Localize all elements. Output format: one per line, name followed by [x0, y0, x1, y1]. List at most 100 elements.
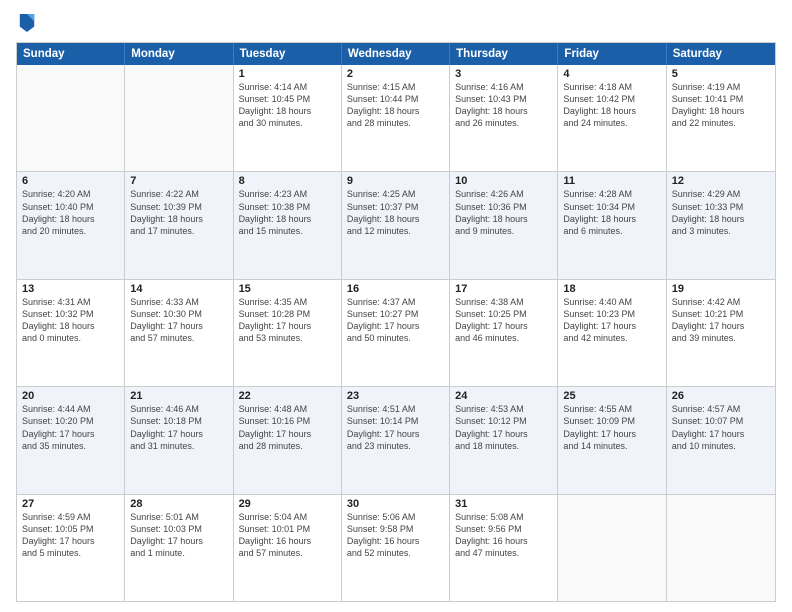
calendar-cell-4-6 [667, 495, 775, 601]
cell-daylight-info: Sunrise: 5:06 AMSunset: 9:58 PMDaylight:… [347, 511, 444, 560]
day-number: 20 [22, 390, 119, 402]
cell-daylight-info: Sunrise: 4:15 AMSunset: 10:44 PMDaylight… [347, 81, 444, 130]
header-day-thursday: Thursday [450, 43, 558, 65]
cell-daylight-info: Sunrise: 5:04 AMSunset: 10:01 PMDaylight… [239, 511, 336, 560]
header-day-wednesday: Wednesday [342, 43, 450, 65]
day-number: 24 [455, 390, 552, 402]
cell-daylight-info: Sunrise: 4:53 AMSunset: 10:12 PMDaylight… [455, 403, 552, 452]
cell-daylight-info: Sunrise: 5:08 AMSunset: 9:56 PMDaylight:… [455, 511, 552, 560]
calendar-cell-0-5: 4Sunrise: 4:18 AMSunset: 10:42 PMDayligh… [558, 65, 666, 171]
calendar-cell-0-0 [17, 65, 125, 171]
calendar-cell-3-1: 21Sunrise: 4:46 AMSunset: 10:18 PMDaylig… [125, 387, 233, 493]
cell-daylight-info: Sunrise: 5:01 AMSunset: 10:03 PMDaylight… [130, 511, 227, 560]
cell-daylight-info: Sunrise: 4:19 AMSunset: 10:41 PMDaylight… [672, 81, 770, 130]
calendar-cell-1-6: 12Sunrise: 4:29 AMSunset: 10:33 PMDaylig… [667, 172, 775, 278]
calendar-row-0: 1Sunrise: 4:14 AMSunset: 10:45 PMDayligh… [17, 65, 775, 172]
cell-daylight-info: Sunrise: 4:29 AMSunset: 10:33 PMDaylight… [672, 188, 770, 237]
calendar-cell-3-3: 23Sunrise: 4:51 AMSunset: 10:14 PMDaylig… [342, 387, 450, 493]
calendar-cell-3-5: 25Sunrise: 4:55 AMSunset: 10:09 PMDaylig… [558, 387, 666, 493]
calendar-cell-2-4: 17Sunrise: 4:38 AMSunset: 10:25 PMDaylig… [450, 280, 558, 386]
calendar-cell-1-4: 10Sunrise: 4:26 AMSunset: 10:36 PMDaylig… [450, 172, 558, 278]
day-number: 28 [130, 498, 227, 510]
cell-daylight-info: Sunrise: 4:14 AMSunset: 10:45 PMDaylight… [239, 81, 336, 130]
cell-daylight-info: Sunrise: 4:51 AMSunset: 10:14 PMDaylight… [347, 403, 444, 452]
cell-daylight-info: Sunrise: 4:42 AMSunset: 10:21 PMDaylight… [672, 296, 770, 345]
day-number: 25 [563, 390, 660, 402]
day-number: 31 [455, 498, 552, 510]
calendar-cell-0-3: 2Sunrise: 4:15 AMSunset: 10:44 PMDayligh… [342, 65, 450, 171]
cell-daylight-info: Sunrise: 4:23 AMSunset: 10:38 PMDaylight… [239, 188, 336, 237]
cell-daylight-info: Sunrise: 4:22 AMSunset: 10:39 PMDaylight… [130, 188, 227, 237]
cell-daylight-info: Sunrise: 4:20 AMSunset: 10:40 PMDaylight… [22, 188, 119, 237]
day-number: 15 [239, 283, 336, 295]
calendar-cell-2-0: 13Sunrise: 4:31 AMSunset: 10:32 PMDaylig… [17, 280, 125, 386]
calendar-cell-2-3: 16Sunrise: 4:37 AMSunset: 10:27 PMDaylig… [342, 280, 450, 386]
cell-daylight-info: Sunrise: 4:25 AMSunset: 10:37 PMDaylight… [347, 188, 444, 237]
day-number: 9 [347, 175, 444, 187]
calendar-header: SundayMondayTuesdayWednesdayThursdayFrid… [17, 43, 775, 65]
day-number: 17 [455, 283, 552, 295]
day-number: 30 [347, 498, 444, 510]
day-number: 19 [672, 283, 770, 295]
day-number: 16 [347, 283, 444, 295]
calendar-cell-4-0: 27Sunrise: 4:59 AMSunset: 10:05 PMDaylig… [17, 495, 125, 601]
cell-daylight-info: Sunrise: 4:38 AMSunset: 10:25 PMDaylight… [455, 296, 552, 345]
calendar-row-1: 6Sunrise: 4:20 AMSunset: 10:40 PMDayligh… [17, 172, 775, 279]
header-day-monday: Monday [125, 43, 233, 65]
day-number: 11 [563, 175, 660, 187]
logo-icon [18, 12, 36, 34]
day-number: 2 [347, 68, 444, 80]
calendar-cell-2-2: 15Sunrise: 4:35 AMSunset: 10:28 PMDaylig… [234, 280, 342, 386]
calendar: SundayMondayTuesdayWednesdayThursdayFrid… [16, 42, 776, 602]
calendar-body: 1Sunrise: 4:14 AMSunset: 10:45 PMDayligh… [17, 65, 775, 601]
calendar-cell-4-3: 30Sunrise: 5:06 AMSunset: 9:58 PMDayligh… [342, 495, 450, 601]
day-number: 14 [130, 283, 227, 295]
cell-daylight-info: Sunrise: 4:16 AMSunset: 10:43 PMDaylight… [455, 81, 552, 130]
calendar-cell-3-2: 22Sunrise: 4:48 AMSunset: 10:16 PMDaylig… [234, 387, 342, 493]
calendar-cell-0-1 [125, 65, 233, 171]
cell-daylight-info: Sunrise: 4:59 AMSunset: 10:05 PMDaylight… [22, 511, 119, 560]
calendar-cell-0-4: 3Sunrise: 4:16 AMSunset: 10:43 PMDayligh… [450, 65, 558, 171]
day-number: 4 [563, 68, 660, 80]
calendar-cell-0-2: 1Sunrise: 4:14 AMSunset: 10:45 PMDayligh… [234, 65, 342, 171]
calendar-cell-0-6: 5Sunrise: 4:19 AMSunset: 10:41 PMDayligh… [667, 65, 775, 171]
day-number: 22 [239, 390, 336, 402]
calendar-cell-4-2: 29Sunrise: 5:04 AMSunset: 10:01 PMDaylig… [234, 495, 342, 601]
page-header [16, 12, 776, 34]
cell-daylight-info: Sunrise: 4:57 AMSunset: 10:07 PMDaylight… [672, 403, 770, 452]
cell-daylight-info: Sunrise: 4:35 AMSunset: 10:28 PMDaylight… [239, 296, 336, 345]
cell-daylight-info: Sunrise: 4:18 AMSunset: 10:42 PMDaylight… [563, 81, 660, 130]
calendar-row-4: 27Sunrise: 4:59 AMSunset: 10:05 PMDaylig… [17, 495, 775, 601]
day-number: 27 [22, 498, 119, 510]
calendar-cell-2-5: 18Sunrise: 4:40 AMSunset: 10:23 PMDaylig… [558, 280, 666, 386]
logo [16, 12, 40, 34]
cell-daylight-info: Sunrise: 4:37 AMSunset: 10:27 PMDaylight… [347, 296, 444, 345]
cell-daylight-info: Sunrise: 4:55 AMSunset: 10:09 PMDaylight… [563, 403, 660, 452]
calendar-cell-1-0: 6Sunrise: 4:20 AMSunset: 10:40 PMDayligh… [17, 172, 125, 278]
calendar-cell-1-3: 9Sunrise: 4:25 AMSunset: 10:37 PMDayligh… [342, 172, 450, 278]
calendar-cell-3-0: 20Sunrise: 4:44 AMSunset: 10:20 PMDaylig… [17, 387, 125, 493]
day-number: 6 [22, 175, 119, 187]
cell-daylight-info: Sunrise: 4:33 AMSunset: 10:30 PMDaylight… [130, 296, 227, 345]
day-number: 10 [455, 175, 552, 187]
day-number: 8 [239, 175, 336, 187]
calendar-cell-1-1: 7Sunrise: 4:22 AMSunset: 10:39 PMDayligh… [125, 172, 233, 278]
day-number: 18 [563, 283, 660, 295]
cell-daylight-info: Sunrise: 4:46 AMSunset: 10:18 PMDaylight… [130, 403, 227, 452]
cell-daylight-info: Sunrise: 4:44 AMSunset: 10:20 PMDaylight… [22, 403, 119, 452]
header-day-friday: Friday [558, 43, 666, 65]
calendar-cell-3-6: 26Sunrise: 4:57 AMSunset: 10:07 PMDaylig… [667, 387, 775, 493]
header-day-sunday: Sunday [17, 43, 125, 65]
day-number: 13 [22, 283, 119, 295]
header-day-saturday: Saturday [667, 43, 775, 65]
calendar-cell-4-4: 31Sunrise: 5:08 AMSunset: 9:56 PMDayligh… [450, 495, 558, 601]
calendar-cell-2-6: 19Sunrise: 4:42 AMSunset: 10:21 PMDaylig… [667, 280, 775, 386]
calendar-cell-4-1: 28Sunrise: 5:01 AMSunset: 10:03 PMDaylig… [125, 495, 233, 601]
day-number: 3 [455, 68, 552, 80]
calendar-cell-1-5: 11Sunrise: 4:28 AMSunset: 10:34 PMDaylig… [558, 172, 666, 278]
calendar-row-3: 20Sunrise: 4:44 AMSunset: 10:20 PMDaylig… [17, 387, 775, 494]
calendar-cell-2-1: 14Sunrise: 4:33 AMSunset: 10:30 PMDaylig… [125, 280, 233, 386]
calendar-cell-3-4: 24Sunrise: 4:53 AMSunset: 10:12 PMDaylig… [450, 387, 558, 493]
cell-daylight-info: Sunrise: 4:48 AMSunset: 10:16 PMDaylight… [239, 403, 336, 452]
cell-daylight-info: Sunrise: 4:31 AMSunset: 10:32 PMDaylight… [22, 296, 119, 345]
